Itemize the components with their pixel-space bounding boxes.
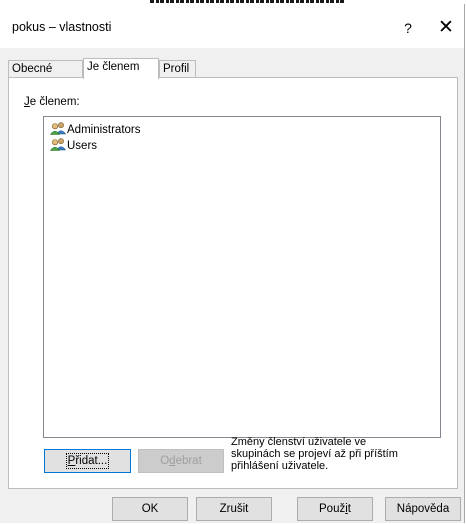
ok-button[interactable]: OK xyxy=(112,497,188,521)
apply-button[interactable]: Použit xyxy=(297,497,373,521)
help-icon: ? xyxy=(404,20,412,36)
groups-listbox[interactable]: Administrators Users xyxy=(43,116,441,438)
close-button[interactable]: ✕ xyxy=(432,16,460,40)
cancel-button-label: Zrušit xyxy=(219,503,249,515)
remove-button[interactable]: Odebrat xyxy=(138,449,224,473)
tab-profile[interactable]: Profil xyxy=(159,60,196,78)
note-line: skupinách se projeví až při příštím xyxy=(231,448,398,460)
help-button[interactable]: ? xyxy=(396,16,420,40)
close-icon: ✕ xyxy=(438,17,454,38)
list-item-administrators[interactable]: Administrators xyxy=(50,122,141,137)
help-dialog-button-label: Nápověda xyxy=(396,503,450,515)
cancel-button[interactable]: Zrušit xyxy=(196,497,272,521)
group-icon xyxy=(50,138,66,151)
tab-general[interactable]: Obecné xyxy=(8,60,83,78)
list-item-users[interactable]: Users xyxy=(50,138,97,153)
membership-note: Změny členství uživatele ve skupinách se… xyxy=(231,436,431,472)
tab-member-of[interactable]: Je členem xyxy=(83,58,159,79)
tab-label: Obecné xyxy=(12,63,53,75)
add-button[interactable]: Přidat... xyxy=(44,449,131,473)
ok-button-label: OK xyxy=(141,503,159,515)
list-item-label: Administrators xyxy=(67,124,141,136)
note-line: přihlášení uživatele. xyxy=(231,460,329,472)
tab-label: Profil xyxy=(163,63,190,75)
note-line: Změny členství uživatele ve xyxy=(231,436,367,448)
background-window-edge xyxy=(150,0,345,3)
member-of-label: Je členem: xyxy=(24,96,80,108)
group-icon xyxy=(50,122,66,135)
window-title: pokus – vlastnosti xyxy=(12,20,112,34)
help-dialog-button[interactable]: Nápověda xyxy=(385,497,461,521)
apply-button-label: Použit xyxy=(319,503,351,515)
remove-button-label: Odebrat xyxy=(160,455,202,467)
properties-dialog: pokus – vlastnosti ? ✕ Obecné Je členem … xyxy=(0,4,465,523)
title-bar: pokus – vlastnosti ? ✕ xyxy=(0,4,464,48)
add-button-label: Přidat... xyxy=(65,453,110,469)
list-item-label: Users xyxy=(67,140,98,152)
tab-label: Je členem xyxy=(87,61,140,73)
